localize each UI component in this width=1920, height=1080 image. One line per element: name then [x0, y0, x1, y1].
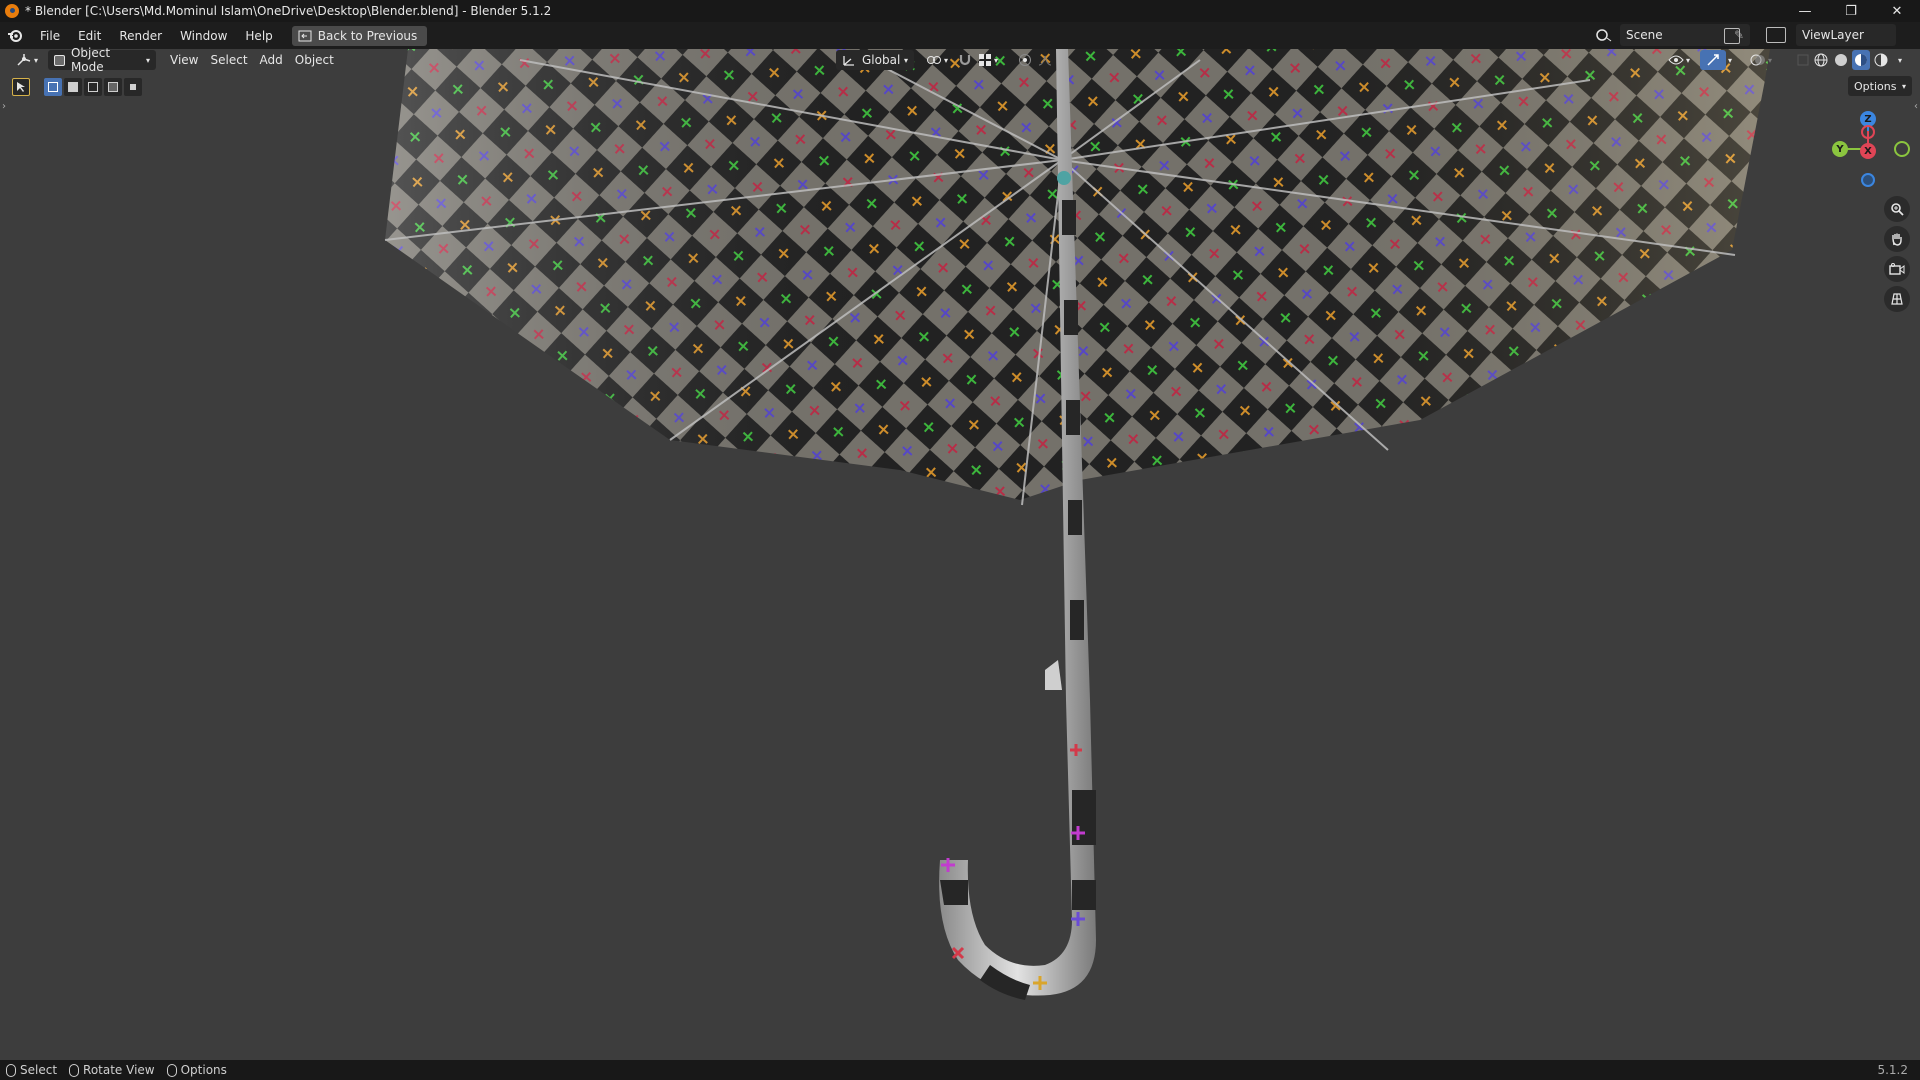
- perspective-grid-icon[interactable]: [1884, 286, 1910, 312]
- 3d-viewport[interactable]: › ‹ Z Y X: [0, 49, 1920, 1060]
- status-select-label: Select: [20, 1063, 58, 1077]
- gizmo-y-axis[interactable]: Y: [1832, 141, 1848, 157]
- select-subtract-button[interactable]: [84, 78, 102, 96]
- gizmo-z-neg-axis[interactable]: [1861, 173, 1875, 187]
- scene-icon[interactable]: [1590, 26, 1618, 44]
- cursor-icon: [17, 82, 25, 92]
- menu-file[interactable]: File: [31, 25, 69, 47]
- back-to-previous-button[interactable]: Back to Previous: [291, 25, 428, 46]
- back-icon: [298, 30, 312, 41]
- select-extend-button[interactable]: [64, 78, 82, 96]
- back-to-previous-label: Back to Previous: [317, 28, 418, 43]
- eye-icon: [1668, 55, 1684, 65]
- window-titlebar: * Blender [C:\Users\Md.Mominul Islam\One…: [0, 0, 1920, 22]
- status-bar: Select Rotate View Options 5.1.2: [0, 1060, 1920, 1080]
- shading-solid-button[interactable]: [1832, 50, 1850, 70]
- pivot-icon: [927, 56, 941, 64]
- options-label: Options: [1854, 79, 1897, 93]
- shading-material-button[interactable]: [1852, 50, 1870, 70]
- gizmo-x-axis[interactable]: X: [1860, 143, 1876, 159]
- visibility-dropdown[interactable]: ▾: [1662, 50, 1696, 70]
- solid-sphere-icon: [1835, 54, 1847, 66]
- toolbar-toggle-icon[interactable]: ›: [2, 101, 6, 112]
- pan-hand-icon[interactable]: [1884, 226, 1910, 252]
- menu-object[interactable]: Object: [289, 50, 340, 70]
- close-button[interactable]: ✕: [1874, 0, 1920, 22]
- blender-menu-icon[interactable]: [5, 26, 25, 46]
- viewlayer-icon[interactable]: [1766, 27, 1786, 43]
- status-options: Options: [166, 1063, 227, 1077]
- minimize-button[interactable]: —: [1782, 0, 1828, 22]
- selection-mode-toolbar: [12, 76, 142, 98]
- status-options-label: Options: [180, 1063, 227, 1077]
- shading-dropdown[interactable]: ▾: [1892, 50, 1908, 70]
- camera-view-icon[interactable]: [1884, 256, 1910, 282]
- viewlayer-name: ViewLayer: [1802, 28, 1864, 42]
- object-mode-icon: [54, 54, 65, 66]
- object-mode-dropdown[interactable]: Object Mode ▾: [48, 46, 157, 74]
- shading-wireframe-button[interactable]: [1812, 50, 1830, 70]
- gizmo-arrows-icon: [1707, 54, 1719, 66]
- orientation-axes-icon: [843, 56, 854, 66]
- menu-view[interactable]: View: [164, 50, 204, 70]
- left-mouse-icon: [6, 1063, 16, 1077]
- window-title: * Blender [C:\Users\Md.Mominul Islam\One…: [25, 4, 552, 18]
- shading-rendered-button[interactable]: [1872, 50, 1890, 70]
- status-rotate-label: Rotate View: [83, 1063, 155, 1077]
- zoom-icon[interactable]: [1884, 196, 1910, 222]
- transform-orientation-label: Global: [862, 53, 901, 67]
- transform-orientation-dropdown[interactable]: Global ▾: [836, 50, 914, 70]
- menu-window[interactable]: Window: [171, 25, 236, 47]
- snap-target-dropdown[interactable]: ▾: [972, 50, 1004, 70]
- wireframe-sphere-icon: [1814, 53, 1828, 67]
- proportional-icon: [1019, 54, 1031, 66]
- viewport-header: ▾ Object Mode ▾ View Select Add Object G…: [0, 46, 1920, 74]
- viewport-editor-icon: [17, 54, 31, 66]
- overlays-icon: [1750, 54, 1765, 66]
- umbrella-render: [384, 49, 1770, 1000]
- select-tool-button[interactable]: [12, 78, 30, 96]
- blender-logo-icon: [5, 4, 19, 18]
- scene-name: Scene: [1626, 28, 1663, 42]
- editor-type-button[interactable]: ▾: [10, 50, 44, 70]
- maximize-button[interactable]: ❐: [1828, 0, 1874, 22]
- status-rotate: Rotate View: [69, 1063, 155, 1077]
- material-sphere-icon: [1855, 54, 1867, 66]
- new-scene-icon[interactable]: [1724, 28, 1740, 44]
- xray-icon: [1797, 54, 1809, 66]
- snap-grid-icon: [979, 54, 991, 66]
- magnet-icon: [959, 55, 971, 66]
- select-intersect-button[interactable]: [124, 78, 142, 96]
- object-mode-label: Object Mode: [70, 46, 111, 74]
- menu-select[interactable]: Select: [205, 50, 254, 70]
- falloff-curve-icon: [1038, 55, 1052, 66]
- menu-add[interactable]: Add: [254, 50, 289, 70]
- select-new-button[interactable]: [44, 78, 62, 96]
- menu-help[interactable]: Help: [236, 25, 281, 47]
- status-select: Select: [6, 1063, 57, 1077]
- gizmo-y-neg-axis[interactable]: [1894, 141, 1910, 157]
- right-mouse-icon: [166, 1063, 177, 1077]
- rendered-sphere-icon: [1874, 53, 1888, 67]
- viewlayer-selector[interactable]: ViewLayer: [1796, 24, 1896, 46]
- version-label: 5.1.2: [1877, 1063, 1908, 1077]
- gizmo-x-neg-axis[interactable]: [1861, 125, 1875, 139]
- pivot-point-dropdown[interactable]: ▾: [920, 50, 954, 70]
- gizmo-dropdown[interactable]: ▾: [1722, 50, 1738, 70]
- navigation-gizmo[interactable]: Z Y X: [1826, 109, 1916, 189]
- menu-render[interactable]: Render: [110, 25, 171, 47]
- menu-edit[interactable]: Edit: [69, 25, 110, 47]
- select-invert-button[interactable]: [104, 78, 122, 96]
- window-controls: — ❐ ✕: [1782, 0, 1920, 22]
- middle-mouse-icon: [69, 1063, 80, 1077]
- overlays-toggle[interactable]: ▾: [1744, 50, 1778, 70]
- options-dropdown[interactable]: Options ▾: [1848, 76, 1912, 96]
- proportional-falloff-dropdown[interactable]: [1032, 50, 1058, 70]
